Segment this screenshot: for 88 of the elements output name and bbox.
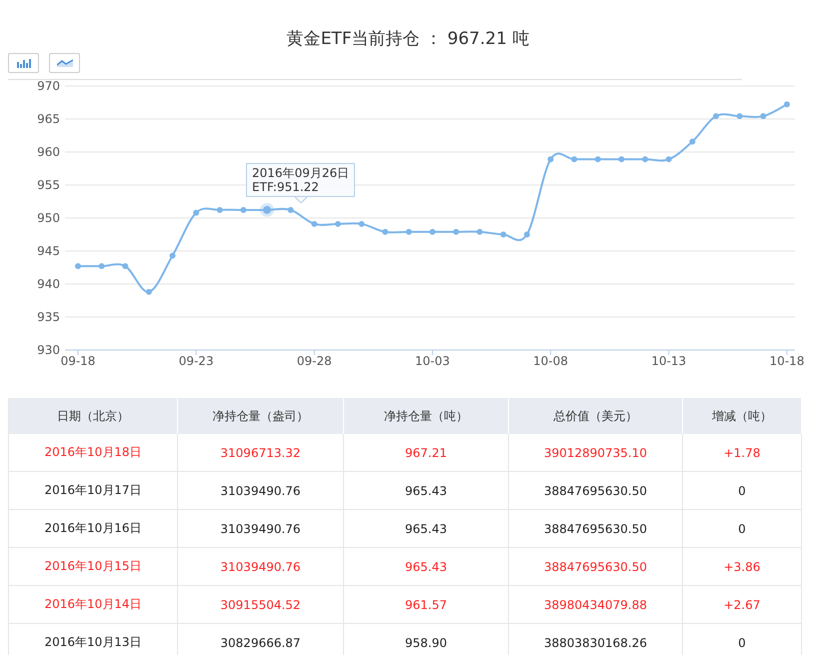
data-point <box>75 263 81 270</box>
table-cell: 31096713.32 <box>178 434 344 472</box>
table-cell: 38803830168.26 <box>509 624 683 655</box>
bar-chart-icon <box>16 58 30 68</box>
data-point <box>122 263 128 270</box>
table-cell: 961.57 <box>344 586 509 624</box>
table-cell: 0 <box>683 472 802 510</box>
table-cell: 39012890735.10 <box>509 434 683 472</box>
data-point <box>500 232 506 238</box>
table-cell: 2016年10月18日 <box>9 434 178 472</box>
data-point <box>240 206 246 213</box>
table-cell: 958.90 <box>344 624 509 655</box>
x-axis-label: 10-13 <box>651 354 686 368</box>
table-cell: +2.67 <box>683 586 802 624</box>
data-point <box>524 232 530 238</box>
table-cell: 31039490.76 <box>178 548 344 586</box>
table-cell: 30829666.87 <box>178 624 344 655</box>
table-cell: 965.43 <box>344 510 509 548</box>
y-axis-label: 950 <box>37 211 60 225</box>
tooltip-arrow <box>294 196 307 203</box>
data-point <box>216 206 223 213</box>
data-point <box>406 228 412 235</box>
table-cell: 0 <box>683 510 802 548</box>
bar-chart-button[interactable] <box>8 53 39 73</box>
data-point <box>453 228 460 235</box>
y-axis-label: 960 <box>37 145 60 159</box>
data-point <box>193 210 200 216</box>
data-point <box>760 113 766 120</box>
x-axis-label: 10-18 <box>769 354 804 368</box>
data-point <box>618 156 624 162</box>
column-header: 净持仓量（盎司） <box>178 398 344 434</box>
y-axis-label: 935 <box>37 310 60 324</box>
data-point <box>736 113 743 120</box>
column-header: 净持仓量（吨） <box>344 398 509 434</box>
data-point <box>334 220 341 227</box>
data-point <box>548 156 554 162</box>
table-cell: 38847695630.50 <box>509 472 683 510</box>
table-cell: 965.43 <box>344 472 509 510</box>
table-cell: 965.43 <box>344 548 509 586</box>
table-cell: +1.78 <box>683 434 802 472</box>
data-point <box>382 228 388 235</box>
data-point <box>98 263 105 270</box>
table-cell: 0 <box>683 624 802 655</box>
line-chart-button[interactable] <box>49 53 80 73</box>
table-cell: +3.86 <box>683 548 802 586</box>
data-point <box>476 228 483 235</box>
table-cell: 2016年10月17日 <box>9 472 178 510</box>
y-axis-label: 945 <box>37 244 60 258</box>
line-chart-icon <box>56 59 72 67</box>
y-axis-label: 970 <box>37 80 60 93</box>
data-point <box>571 156 578 162</box>
y-axis-label: 955 <box>37 178 60 192</box>
table-cell: 31039490.76 <box>178 510 344 548</box>
column-header: 增减（吨） <box>683 398 802 434</box>
column-header: 日期（北京） <box>9 398 178 434</box>
x-axis-label: 09-23 <box>178 354 214 368</box>
x-axis-label: 09-18 <box>60 354 96 368</box>
highlighted-point <box>260 202 274 217</box>
data-point <box>170 252 176 259</box>
table-cell: 38847695630.50 <box>509 548 683 586</box>
table-cell: 967.21 <box>344 434 509 472</box>
y-axis-label: 940 <box>37 277 60 291</box>
table-cell: 31039490.76 <box>178 472 344 510</box>
data-point <box>784 101 790 108</box>
data-point <box>713 113 719 120</box>
column-header: 总价值（美元） <box>509 398 683 434</box>
data-point <box>288 206 294 213</box>
data-point <box>594 156 601 162</box>
data-point <box>429 228 436 235</box>
data-point <box>311 220 318 227</box>
table-cell: 30915504.52 <box>178 586 344 624</box>
data-point <box>146 288 152 295</box>
table-cell: 2016年10月15日 <box>9 548 178 586</box>
chart-title: 黄金ETF当前持仓 ： 967.21 吨 <box>286 28 530 50</box>
data-point <box>689 138 696 145</box>
y-axis-label: 930 <box>37 343 60 357</box>
x-axis-label: 09-28 <box>296 354 332 368</box>
x-axis-label: 10-08 <box>533 354 568 368</box>
table-cell: 2016年10月13日 <box>9 624 178 655</box>
data-point <box>666 156 672 162</box>
x-axis-label: 10-03 <box>415 354 450 368</box>
table-cell: 2016年10月16日 <box>9 510 178 548</box>
table-cell: 38980434079.88 <box>509 586 683 624</box>
data-point <box>358 220 365 227</box>
data-point <box>642 156 648 162</box>
table-cell: 38847695630.50 <box>509 510 683 548</box>
y-axis-label: 965 <box>37 112 60 126</box>
table-cell: 2016年10月14日 <box>9 586 178 624</box>
